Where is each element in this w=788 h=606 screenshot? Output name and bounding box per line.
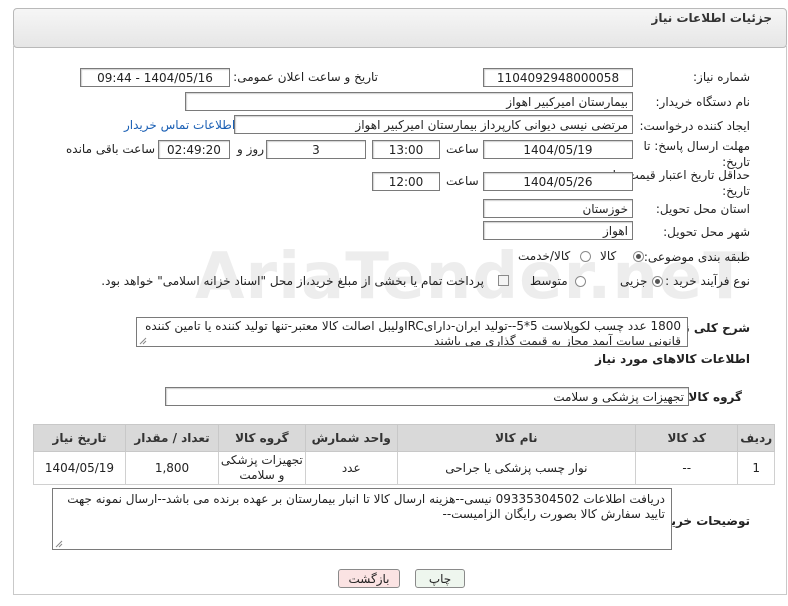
reply-deadline-label: مهلت ارسال پاسخ: تا تاریخ: — [643, 139, 750, 169]
days-remaining-field: 3 — [266, 140, 366, 159]
creator-label: ایجاد کننده درخواست: — [639, 119, 750, 133]
col-header-group: گروه کالا — [218, 424, 306, 452]
purchase-partial-label: جزیی — [620, 274, 648, 288]
col-header-code: کد کالا — [634, 424, 739, 452]
col-header-date: تاریخ نیاز — [33, 424, 126, 452]
buyer-org-field: بیمارستان امیرکبیر اهواز — [185, 92, 633, 111]
cell-code: -- — [634, 451, 739, 485]
price-time-field: 12:00 — [372, 172, 440, 191]
print-button[interactable]: چاپ — [415, 569, 465, 588]
price-date-field: 1404/05/26 — [483, 172, 633, 191]
cell-row-number: 1 — [737, 451, 775, 485]
category-label: طبقه بندی موضوعی: — [643, 250, 750, 264]
goods-group-field: تجهیزات پزشکی و سلامت — [165, 387, 689, 406]
remaining-time-label: ساعت باقی مانده — [66, 142, 156, 156]
days-label: روز و — [237, 142, 264, 156]
purchase-type-label: نوع فرآیند خرید : — [665, 274, 750, 288]
buyer-notes-text: دریافت اطلاعات 09335304502 نیسی--هزینه ا… — [67, 492, 665, 521]
cell-group: تجهیزات پزشکی و سلامت — [218, 451, 306, 485]
cell-unit: عدد — [304, 451, 398, 485]
announce-label: تاریخ و ساعت اعلان عمومی: — [233, 70, 378, 84]
table-row: 1 -- نوار چسب پزشکی یا جراحی عدد تجهیزات… — [33, 451, 775, 485]
purchase-medium-radio[interactable] — [575, 276, 586, 287]
reply-date-field: 1404/05/19 — [483, 140, 633, 159]
purchase-medium-label: متوسط — [530, 274, 568, 288]
col-header-name: نام کالا — [396, 424, 637, 452]
province-field: خوزستان — [483, 199, 633, 218]
items-table: ردیف کد کالا نام کالا واحد شمارش گروه کا… — [33, 424, 775, 485]
contact-info-link[interactable]: اطلاعات تماس خریدار — [124, 118, 235, 132]
description-text: 1800 عدد چسب لکوپلاست 5*5--تولید ایران-د… — [145, 319, 681, 347]
city-field: اهواز — [483, 221, 633, 240]
purchase-partial-radio[interactable] — [652, 276, 663, 287]
reply-time-label: ساعت — [446, 142, 479, 156]
cell-date: 1404/05/19 — [33, 451, 126, 485]
resize-grip-icon[interactable] — [55, 540, 63, 548]
resize-grip-icon[interactable] — [139, 337, 147, 345]
category-goods-service-label: کالا/خدمت — [518, 249, 571, 263]
remaining-time-field: 02:49:20 — [158, 140, 230, 159]
goods-group-label: گروه کالا: — [683, 390, 742, 404]
buyer-notes-textarea[interactable]: دریافت اطلاعات 09335304502 نیسی--هزینه ا… — [52, 488, 672, 550]
category-goods-radio[interactable] — [633, 251, 644, 262]
cell-quantity: 1,800 — [124, 451, 220, 485]
announce-field: 1404/05/16 - 09:44 — [80, 68, 230, 87]
province-label: استان محل تحویل: — [655, 202, 750, 216]
reply-time-field: 13:00 — [372, 140, 440, 159]
need-number-field: 1104092948000058 — [483, 68, 633, 87]
buyer-org-label: نام دستگاه خریدار: — [655, 95, 751, 109]
col-header-row: ردیف — [737, 424, 775, 452]
goods-section-title: اطلاعات کالاهای مورد نیاز — [595, 352, 750, 366]
back-button[interactable]: بازگشت — [338, 569, 400, 588]
col-header-quantity: تعداد / مقدار — [124, 424, 220, 452]
need-number-label: شماره نیاز: — [693, 70, 750, 84]
col-header-unit: واحد شمارش — [304, 424, 398, 452]
description-textarea[interactable]: 1800 عدد چسب لکوپلاست 5*5--تولید ایران-د… — [136, 317, 688, 347]
creator-field: مرتضی نیسی دیوانی کارپرداز بیمارستان امی… — [234, 115, 633, 134]
price-time-label: ساعت — [446, 174, 479, 188]
cell-name: نوار چسب پزشکی یا جراحی — [396, 451, 637, 485]
treasury-payment-note: پرداخت تمام یا بخشی از مبلغ خرید،از محل … — [101, 274, 484, 288]
city-label: شهر محل تحویل: — [663, 225, 750, 239]
category-goods-service-radio[interactable] — [580, 251, 591, 262]
page-title: جزئیات اطلاعات نیاز — [651, 11, 772, 25]
treasury-payment-checkbox[interactable] — [498, 275, 509, 286]
category-goods-label: کالا — [600, 249, 617, 263]
